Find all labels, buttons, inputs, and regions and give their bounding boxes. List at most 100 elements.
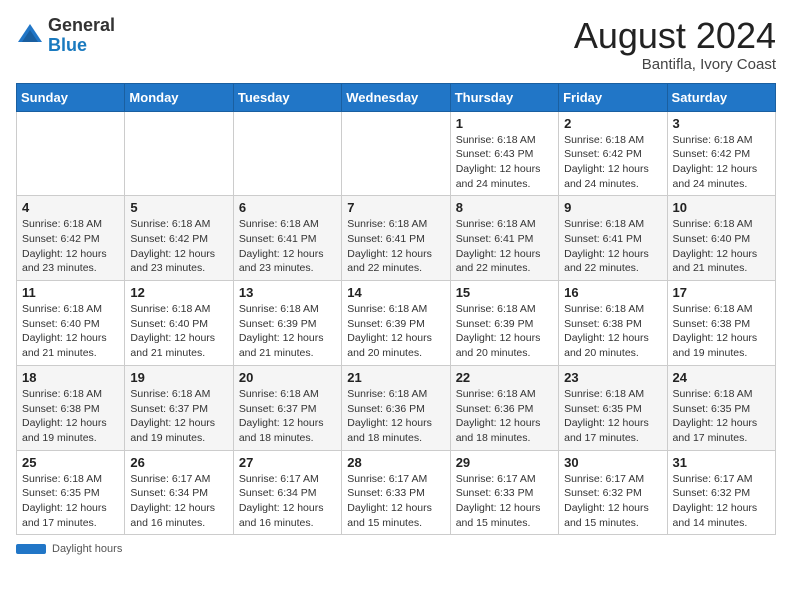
day-number: 3 — [673, 116, 770, 131]
calendar-cell — [17, 111, 125, 196]
day-info: Sunrise: 6:18 AM Sunset: 6:40 PM Dayligh… — [130, 302, 227, 361]
day-info: Sunrise: 6:18 AM Sunset: 6:37 PM Dayligh… — [239, 387, 336, 446]
calendar-cell: 26Sunrise: 6:17 AM Sunset: 6:34 PM Dayli… — [125, 450, 233, 535]
calendar-cell: 22 Sunrise: 6:18 AM Sunset: 6:36 PM Dayli… — [450, 365, 558, 450]
day-number: 28 — [347, 455, 444, 470]
calendar-cell: 20 Sunrise: 6:18 AM Sunset: 6:37 PM Dayli… — [233, 365, 341, 450]
calendar-cell: 4 Sunrise: 6:18 AM Sunset: 6:42 PM Daylig… — [17, 196, 125, 281]
day-number: 16 — [564, 285, 661, 300]
day-info: Sunrise: 6:18 AM Sunset: 6:37 PM Dayligh… — [130, 387, 227, 446]
column-header-sunday: Sunday — [17, 83, 125, 111]
column-header-friday: Friday — [559, 83, 667, 111]
page-header: General Blue August 2024 Bantifla, Ivory… — [16, 16, 776, 73]
day-info: Sunrise: 6:18 AM Sunset: 6:42 PM Dayligh… — [22, 217, 119, 276]
calendar-cell: 2 Sunrise: 6:18 AM Sunset: 6:42 PM Daylig… — [559, 111, 667, 196]
day-info: Sunrise: 6:18 AM Sunset: 6:40 PM Dayligh… — [673, 217, 770, 276]
calendar-cell: 11 Sunrise: 6:18 AM Sunset: 6:40 PM Dayli… — [17, 281, 125, 366]
day-info: Sunrise: 6:18 AM Sunset: 6:38 PM Dayligh… — [673, 302, 770, 361]
column-header-wednesday: Wednesday — [342, 83, 450, 111]
logo-icon — [16, 22, 44, 50]
day-number: 14 — [347, 285, 444, 300]
day-info: Sunrise: 6:17 AM Sunset: 6:33 PM Dayligh… — [456, 472, 553, 531]
day-number: 31 — [673, 455, 770, 470]
calendar-cell: 18 Sunrise: 6:18 AM Sunset: 6:38 PM Dayli… — [17, 365, 125, 450]
day-number: 26 — [130, 455, 227, 470]
calendar-subtitle: Bantifla, Ivory Coast — [574, 56, 776, 73]
day-info: Sunrise: 6:18 AM Sunset: 6:36 PM Dayligh… — [456, 387, 553, 446]
day-number: 19 — [130, 370, 227, 385]
day-number: 27 — [239, 455, 336, 470]
logo: General Blue — [16, 16, 115, 56]
day-number: 7 — [347, 200, 444, 215]
calendar-cell: 17 Sunrise: 6:18 AM Sunset: 6:38 PM Dayli… — [667, 281, 775, 366]
calendar-cell — [233, 111, 341, 196]
day-number: 24 — [673, 370, 770, 385]
day-info: Sunrise: 6:18 AM Sunset: 6:41 PM Dayligh… — [347, 217, 444, 276]
day-info: Sunrise: 6:18 AM Sunset: 6:42 PM Dayligh… — [673, 133, 770, 192]
day-number: 25 — [22, 455, 119, 470]
calendar-cell: 28 Sunrise: 6:17 AM Sunset: 6:33 PM Dayli… — [342, 450, 450, 535]
day-info: Sunrise: 6:18 AM Sunset: 6:36 PM Dayligh… — [347, 387, 444, 446]
calendar-cell: 14Sunrise: 6:18 AM Sunset: 6:39 PM Dayli… — [342, 281, 450, 366]
calendar-cell: 5 Sunrise: 6:18 AM Sunset: 6:42 PM Daylig… — [125, 196, 233, 281]
day-info: Sunrise: 6:18 AM Sunset: 6:43 PM Dayligh… — [456, 133, 553, 192]
footer-label: Daylight hours — [52, 543, 122, 555]
calendar-cell: 21 Sunrise: 6:18 AM Sunset: 6:36 PM Dayli… — [342, 365, 450, 450]
calendar-cell — [125, 111, 233, 196]
day-info: Sunrise: 6:17 AM Sunset: 6:33 PM Dayligh… — [347, 472, 444, 531]
calendar-cell: 23 Sunrise: 6:18 AM Sunset: 6:35 PM Dayli… — [559, 365, 667, 450]
logo-text: General Blue — [48, 16, 115, 56]
title-block: August 2024 Bantifla, Ivory Coast — [574, 16, 776, 73]
day-info: Sunrise: 6:18 AM Sunset: 6:42 PM Dayligh… — [130, 217, 227, 276]
day-info: Sunrise: 6:18 AM Sunset: 6:38 PM Dayligh… — [22, 387, 119, 446]
calendar-cell: 6Sunrise: 6:18 AM Sunset: 6:41 PM Daylig… — [233, 196, 341, 281]
calendar-title: August 2024 — [574, 16, 776, 56]
calendar-cell: 27 Sunrise: 6:17 AM Sunset: 6:34 PM Dayli… — [233, 450, 341, 535]
calendar-cell: 31Sunrise: 6:17 AM Sunset: 6:32 PM Dayli… — [667, 450, 775, 535]
day-number: 1 — [456, 116, 553, 131]
day-number: 18 — [22, 370, 119, 385]
day-number: 13 — [239, 285, 336, 300]
day-info: Sunrise: 6:18 AM Sunset: 6:38 PM Dayligh… — [564, 302, 661, 361]
day-number: 9 — [564, 200, 661, 215]
calendar-cell: 24 Sunrise: 6:18 AM Sunset: 6:35 PM Dayli… — [667, 365, 775, 450]
day-info: Sunrise: 6:18 AM Sunset: 6:41 PM Dayligh… — [239, 217, 336, 276]
calendar-cell: 13Sunrise: 6:18 AM Sunset: 6:39 PM Dayli… — [233, 281, 341, 366]
day-info: Sunrise: 6:18 AM Sunset: 6:40 PM Dayligh… — [22, 302, 119, 361]
calendar-cell: 1 Sunrise: 6:18 AM Sunset: 6:43 PM Daylig… — [450, 111, 558, 196]
day-number: 23 — [564, 370, 661, 385]
footer: Daylight hours — [16, 543, 776, 555]
day-number: 30 — [564, 455, 661, 470]
day-info: Sunrise: 6:18 AM Sunset: 6:41 PM Dayligh… — [456, 217, 553, 276]
day-info: Sunrise: 6:18 AM Sunset: 6:35 PM Dayligh… — [673, 387, 770, 446]
day-info: Sunrise: 6:17 AM Sunset: 6:32 PM Dayligh… — [564, 472, 661, 531]
day-number: 2 — [564, 116, 661, 131]
column-header-thursday: Thursday — [450, 83, 558, 111]
day-number: 5 — [130, 200, 227, 215]
day-number: 8 — [456, 200, 553, 215]
calendar-week-row: 25Sunrise: 6:18 AM Sunset: 6:35 PM Dayli… — [17, 450, 776, 535]
calendar-cell: 8 Sunrise: 6:18 AM Sunset: 6:41 PM Daylig… — [450, 196, 558, 281]
calendar-week-row: 4 Sunrise: 6:18 AM Sunset: 6:42 PM Daylig… — [17, 196, 776, 281]
calendar-header-row: SundayMondayTuesdayWednesdayThursdayFrid… — [17, 83, 776, 111]
day-number: 10 — [673, 200, 770, 215]
day-number: 21 — [347, 370, 444, 385]
calendar-week-row: 1 Sunrise: 6:18 AM Sunset: 6:43 PM Daylig… — [17, 111, 776, 196]
day-number: 22 — [456, 370, 553, 385]
day-info: Sunrise: 6:18 AM Sunset: 6:42 PM Dayligh… — [564, 133, 661, 192]
day-number: 20 — [239, 370, 336, 385]
calendar-cell: 9Sunrise: 6:18 AM Sunset: 6:41 PM Daylig… — [559, 196, 667, 281]
calendar-cell: 19 Sunrise: 6:18 AM Sunset: 6:37 PM Dayli… — [125, 365, 233, 450]
day-info: Sunrise: 6:17 AM Sunset: 6:34 PM Dayligh… — [239, 472, 336, 531]
day-number: 17 — [673, 285, 770, 300]
day-number: 15 — [456, 285, 553, 300]
calendar-cell: 25Sunrise: 6:18 AM Sunset: 6:35 PM Dayli… — [17, 450, 125, 535]
calendar-cell: 16 Sunrise: 6:18 AM Sunset: 6:38 PM Dayli… — [559, 281, 667, 366]
day-number: 4 — [22, 200, 119, 215]
calendar-cell: 30 Sunrise: 6:17 AM Sunset: 6:32 PM Dayli… — [559, 450, 667, 535]
column-header-saturday: Saturday — [667, 83, 775, 111]
calendar-cell: 12Sunrise: 6:18 AM Sunset: 6:40 PM Dayli… — [125, 281, 233, 366]
day-number: 29 — [456, 455, 553, 470]
day-info: Sunrise: 6:18 AM Sunset: 6:35 PM Dayligh… — [564, 387, 661, 446]
day-number: 11 — [22, 285, 119, 300]
